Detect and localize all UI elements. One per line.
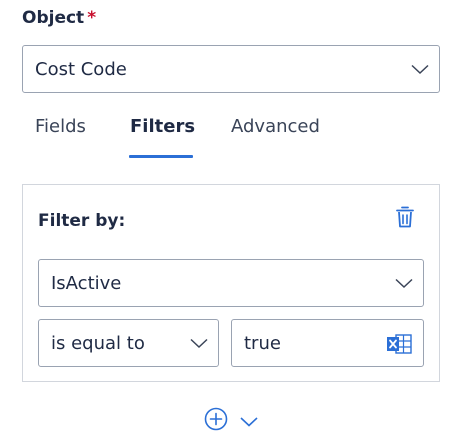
tab-filters-label: Filters (130, 116, 196, 137)
filter-by-heading: Filter by: (38, 211, 126, 231)
tab-fields-label: Fields (35, 116, 86, 137)
object-select[interactable]: Cost Code (22, 45, 440, 93)
add-filter-button[interactable] (204, 407, 228, 435)
tab-advanced-label: Advanced (231, 116, 320, 137)
trash-icon (395, 205, 415, 233)
object-label-text: Object (22, 8, 85, 28)
chevron-down-icon (190, 333, 208, 354)
filter-operator-select[interactable]: is equal to (38, 319, 219, 367)
delete-filter-button[interactable] (393, 205, 417, 233)
filter-value-text: true (244, 332, 281, 354)
filter-field-select[interactable]: IsActive (38, 259, 424, 307)
active-tab-indicator (129, 155, 193, 158)
object-select-value: Cost Code (35, 58, 127, 80)
filter-operator-value: is equal to (51, 332, 145, 354)
excel-icon[interactable] (385, 332, 413, 356)
object-label: Object * (22, 8, 96, 28)
add-filter-options-button[interactable] (239, 414, 259, 428)
filter-value-input[interactable]: true (231, 319, 424, 367)
filter-field-value: IsActive (51, 272, 122, 294)
tab-fields[interactable]: Fields (35, 116, 86, 137)
tab-filters[interactable]: Filters (130, 116, 195, 137)
required-marker: * (87, 8, 97, 28)
chevron-down-icon (411, 59, 429, 80)
plus-circle-icon (204, 407, 228, 435)
tab-advanced[interactable]: Advanced (231, 116, 320, 137)
chevron-down-icon (395, 273, 413, 294)
chevron-down-icon (240, 412, 258, 431)
